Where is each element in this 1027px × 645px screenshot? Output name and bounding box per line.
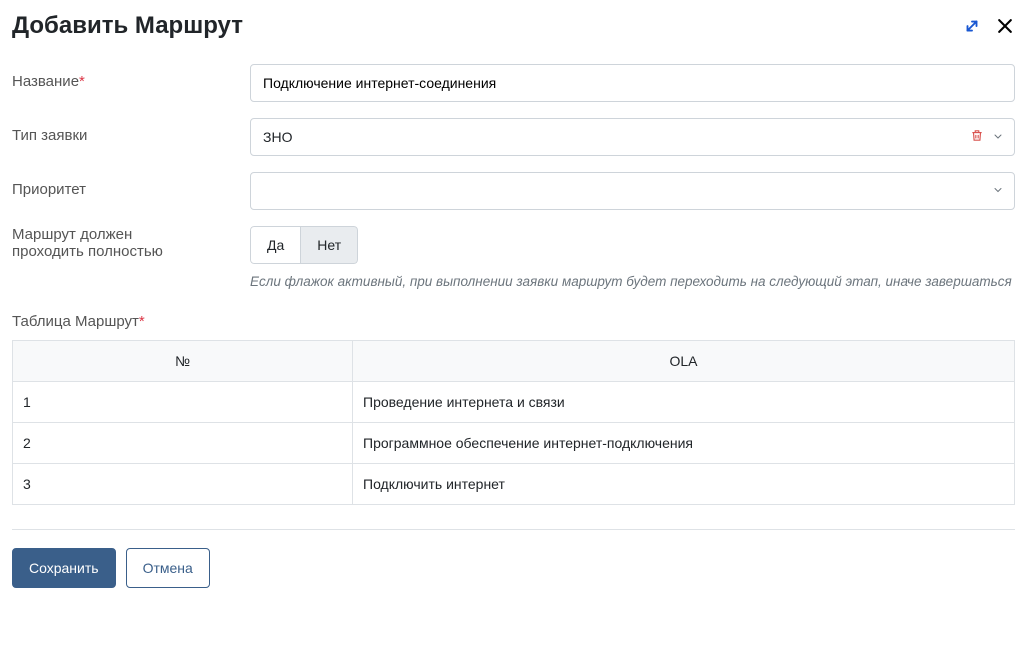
name-input[interactable]	[250, 64, 1015, 102]
table-row[interactable]: 1 Проведение интернета и связи	[13, 382, 1015, 423]
chevron-down-icon	[992, 183, 1004, 199]
col-ola: OLA	[353, 341, 1015, 382]
cell-no: 2	[13, 423, 353, 464]
priority-label: Приоритет	[12, 172, 250, 198]
route-table: № OLA 1 Проведение интернета и связи 2 П…	[12, 340, 1015, 505]
cancel-button[interactable]: Отмена	[126, 548, 210, 588]
required-mark: *	[79, 73, 85, 90]
toggle-yes-button[interactable]: Да	[250, 226, 301, 264]
name-label: Название*	[12, 64, 250, 90]
save-button[interactable]: Сохранить	[12, 548, 116, 588]
required-mark: *	[139, 313, 145, 330]
trash-icon[interactable]	[970, 129, 984, 146]
cell-ola: Подключить интернет	[353, 464, 1015, 505]
route-full-toggle: Да Нет	[250, 226, 358, 264]
row-request-type: Тип заявки ЗНО	[12, 118, 1015, 156]
route-full-helper: Если флажок активный, при выполнении зая…	[250, 274, 1015, 289]
row-priority: Приоритет	[12, 172, 1015, 210]
cell-ola: Программное обеспечение интернет-подключ…	[353, 423, 1015, 464]
row-route-full: Маршрут должен проходить полностью Да Не…	[12, 226, 1015, 289]
cell-no: 1	[13, 382, 353, 423]
table-row[interactable]: 3 Подключить интернет	[13, 464, 1015, 505]
header-actions	[963, 16, 1015, 36]
request-type-value: ЗНО	[263, 129, 292, 145]
table-row[interactable]: 2 Программное обеспечение интернет-подкл…	[13, 423, 1015, 464]
table-header-row: № OLA	[13, 341, 1015, 382]
route-table-label: Таблица Маршрут*	[12, 313, 1015, 330]
modal-header: Добавить Маршрут	[12, 12, 1015, 40]
footer-divider	[12, 529, 1015, 530]
footer-actions: Сохранить Отмена	[12, 548, 1015, 588]
cell-no: 3	[13, 464, 353, 505]
row-name: Название*	[12, 64, 1015, 102]
page-title: Добавить Маршрут	[12, 12, 243, 40]
route-full-label: Маршрут должен проходить полностью	[12, 226, 250, 260]
toggle-no-button[interactable]: Нет	[301, 226, 358, 264]
priority-select[interactable]	[250, 172, 1015, 210]
chevron-down-icon	[992, 129, 1004, 145]
cell-ola: Проведение интернета и связи	[353, 382, 1015, 423]
expand-icon[interactable]	[963, 17, 981, 35]
col-no: №	[13, 341, 353, 382]
request-type-label: Тип заявки	[12, 118, 250, 144]
close-icon[interactable]	[995, 16, 1015, 36]
request-type-select[interactable]: ЗНО	[250, 118, 1015, 156]
